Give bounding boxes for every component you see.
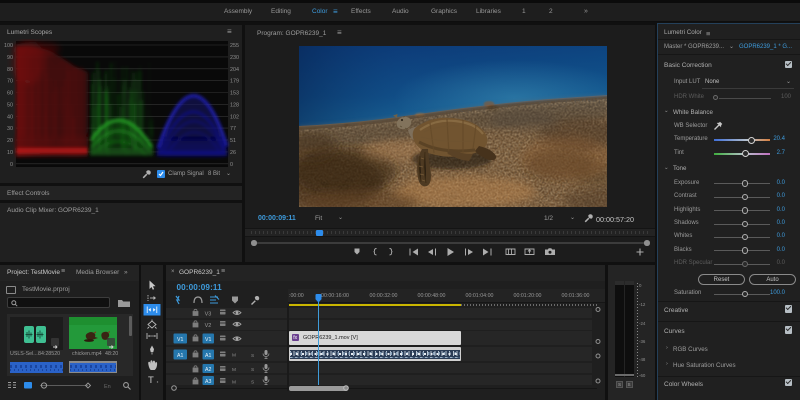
svg-text:70: 70 [7, 79, 13, 85]
svg-text:179: 179 [230, 79, 239, 85]
svg-text:V1: V1 [205, 337, 211, 343]
svg-text:50: 50 [7, 102, 13, 108]
svg-text:128: 128 [230, 102, 239, 108]
svg-text:0: 0 [10, 162, 13, 168]
svg-text:V2: V2 [205, 323, 212, 329]
svg-text:77: 77 [230, 126, 236, 132]
svg-text:S: S [251, 367, 254, 373]
svg-text:102: 102 [230, 114, 239, 120]
svg-text:204: 204 [230, 67, 239, 73]
svg-text:80: 80 [7, 67, 13, 73]
svg-text:90: 90 [7, 55, 13, 61]
svg-text:V3: V3 [205, 312, 212, 318]
svg-text:0: 0 [230, 162, 233, 168]
svg-text:S: S [251, 353, 254, 359]
svg-text:40: 40 [7, 114, 13, 120]
svg-text:10: 10 [7, 150, 13, 156]
svg-text:T: T [148, 375, 154, 386]
svg-text:M: M [232, 367, 236, 373]
svg-text:30: 30 [7, 126, 13, 132]
svg-text:A2: A2 [205, 367, 211, 373]
svg-text:100: 100 [4, 43, 13, 49]
svg-text:153: 153 [230, 91, 239, 97]
svg-text:20: 20 [7, 138, 13, 144]
svg-text:V1: V1 [177, 337, 183, 343]
svg-text:M: M [232, 353, 236, 359]
svg-text:A1: A1 [177, 353, 183, 359]
svg-text:230: 230 [230, 55, 239, 61]
svg-text:255: 255 [230, 43, 239, 49]
svg-text:A1: A1 [205, 353, 211, 359]
svg-text:26: 26 [230, 150, 236, 156]
svg-text:60: 60 [7, 91, 13, 97]
svg-text:51: 51 [230, 138, 236, 144]
svg-text:En: En [104, 384, 111, 390]
